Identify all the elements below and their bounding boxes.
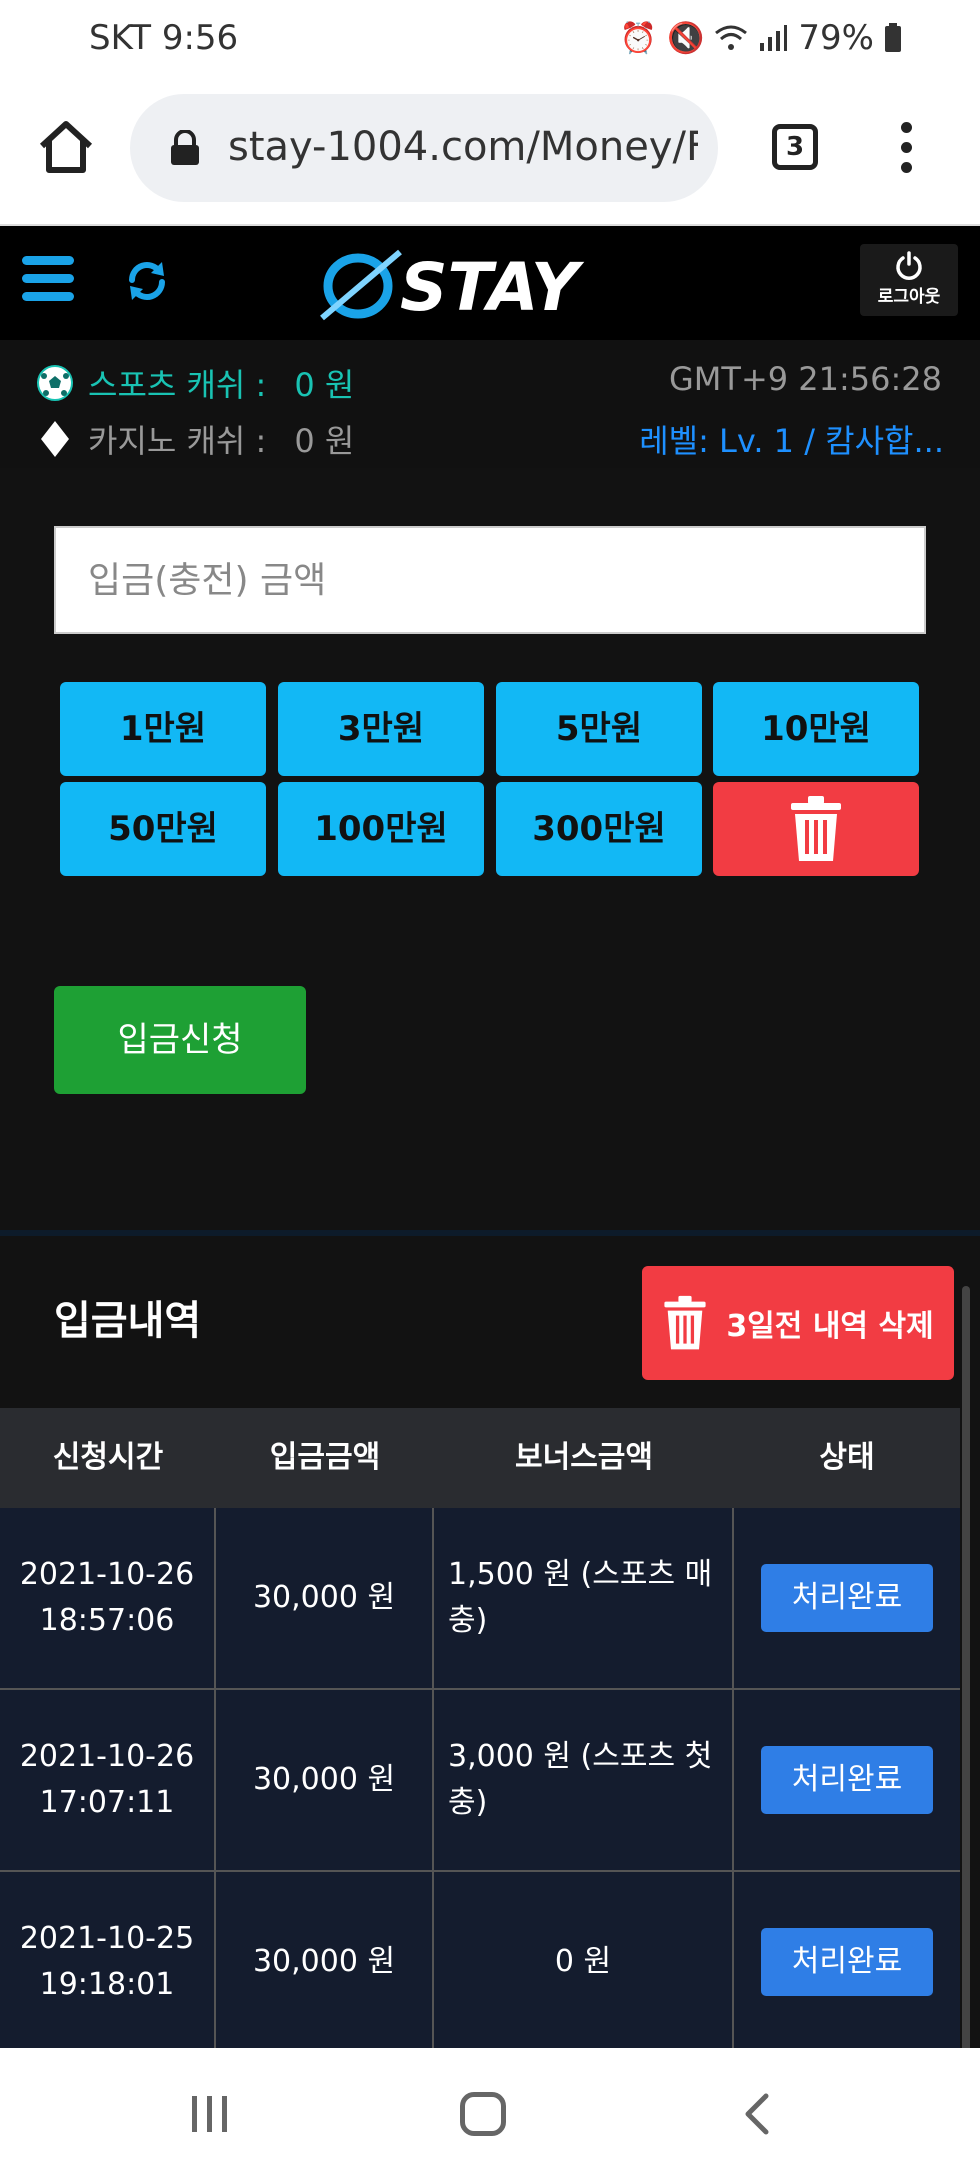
deposit-history-table: 신청시간 입금금액 보너스금액 상태 2021-10-26 18:57:06 30…	[0, 1408, 960, 2054]
logo-text: STAY	[400, 249, 585, 324]
casino-cash-row: 카지노 캐쉬 : 0 원	[36, 416, 354, 462]
power-icon	[896, 251, 922, 280]
cell-amount: 30,000 원	[216, 1872, 434, 2052]
amount-button-50k[interactable]: 5만원	[496, 682, 702, 776]
amount-button-100k[interactable]: 10만원	[713, 682, 919, 776]
url-text: stay-1004.com/Money/F	[228, 124, 698, 170]
cell-status: 처리완료	[734, 1872, 960, 2052]
home-icon[interactable]	[36, 116, 96, 176]
logout-label: 로그아웃	[877, 287, 941, 307]
casino-cash-label: 카지노 캐쉬 :	[88, 422, 267, 460]
status-bar: SKT 9:56 ⏰ 🔇 79%	[0, 0, 980, 78]
table-header: 신청시간 입금금액 보너스금액 상태	[0, 1408, 960, 1508]
table-row: 2021-10-25 19:18:01 30,000 원 0 원 처리완료	[0, 1872, 960, 2054]
status-badge[interactable]: 처리완료	[761, 1928, 933, 1996]
column-header-amount: 입금금액	[269, 1440, 381, 1475]
alarm-icon: ⏰	[619, 20, 658, 56]
column-header-status: 상태	[819, 1440, 875, 1475]
cell-bonus: 1,500 원 (스포츠 매충)	[434, 1508, 734, 1688]
home-nav-icon[interactable]	[460, 2092, 506, 2136]
clear-amount-button[interactable]	[713, 782, 919, 876]
wifi-icon	[715, 25, 748, 50]
soccer-ball-icon	[37, 365, 73, 401]
cell-bonus: 0 원	[434, 1872, 734, 2052]
address-bar[interactable]: stay-1004.com/Money/F	[130, 94, 718, 202]
hamburger-menu-icon[interactable]	[22, 256, 74, 306]
cell-request-time: 2021-10-25 19:18:01	[0, 1872, 216, 2052]
logo-emblem-icon: STAY	[320, 249, 585, 326]
carrier-time: SKT 9:56	[89, 18, 239, 58]
table-row: 2021-10-26 17:07:11 30,000 원 3,000 원 (스포츠…	[0, 1690, 960, 1872]
site-logo[interactable]: STAY	[318, 244, 664, 326]
cell-date: 2021-10-25	[19, 1921, 195, 1956]
sports-cash-row: 스포츠 캐쉬 : 0 원	[36, 360, 354, 406]
cell-status: 처리완료	[734, 1508, 960, 1688]
cell-time: 19:18:01	[39, 1967, 175, 2002]
cell-time: 18:57:06	[39, 1603, 175, 1638]
deposit-amount-input[interactable]	[54, 526, 926, 634]
tab-switcher-button[interactable]: 3	[772, 124, 818, 170]
amount-button-1m[interactable]: 100만원	[278, 782, 484, 876]
user-level[interactable]: 레벨: Lv. 1 / 캄사합...	[639, 416, 944, 462]
cell-amount: 30,000 원	[216, 1690, 434, 1870]
trash-icon	[664, 1295, 706, 1350]
amount-button-3m[interactable]: 300만원	[496, 782, 702, 876]
amount-button-500k[interactable]: 50만원	[60, 782, 266, 876]
column-header-request-time: 신청시간	[52, 1440, 164, 1475]
cell-amount: 30,000 원	[216, 1508, 434, 1688]
battery-percent: 79%	[798, 18, 874, 58]
balance-info-bar: 스포츠 캐쉬 : 0 원 카지노 캐쉬 : 0 원 GMT+9 21:56:28…	[0, 340, 980, 468]
logout-button[interactable]: 로그아웃	[860, 244, 958, 316]
cell-time: 17:07:11	[39, 1785, 175, 1820]
cell-bonus: 3,000 원 (스포츠 첫충)	[434, 1690, 734, 1870]
signal-icon	[760, 25, 788, 51]
sports-cash-value: 0 원	[294, 366, 355, 404]
deposit-panel: 1만원 3만원 5만원 10만원 50만원 100만원 300만원 입금신청 입…	[0, 468, 980, 2177]
column-header-bonus: 보너스금액	[515, 1440, 653, 1475]
table-row: 2021-10-26 18:57:06 30,000 원 1,500 원 (스포츠…	[0, 1508, 960, 1690]
back-icon[interactable]	[742, 2092, 772, 2136]
system-nav-bar	[0, 2048, 980, 2177]
server-clock: GMT+9 21:56:28	[668, 360, 942, 398]
browser-menu-icon[interactable]	[896, 122, 916, 176]
site-header: STAY 로그아웃	[0, 226, 980, 340]
delete-old-history-label: 3일전 내역 삭제	[726, 1309, 934, 1344]
lock-icon	[171, 130, 199, 165]
casino-cash-value: 0 원	[294, 422, 355, 460]
status-badge[interactable]: 처리완료	[761, 1564, 933, 1632]
cell-status: 처리완료	[734, 1690, 960, 1870]
trash-icon	[791, 796, 841, 861]
battery-icon	[885, 23, 901, 52]
amount-button-10k[interactable]: 1만원	[60, 682, 266, 776]
section-divider	[0, 1230, 980, 1236]
page-scrollbar[interactable]	[962, 1286, 970, 2056]
cell-date: 2021-10-26	[19, 1739, 195, 1774]
deposit-history-title: 입금내역	[54, 1298, 202, 1344]
sports-cash-label: 스포츠 캐쉬 :	[88, 366, 267, 404]
browser-toolbar: stay-1004.com/Money/F 3	[0, 78, 980, 226]
amount-button-30k[interactable]: 3만원	[278, 682, 484, 776]
cell-request-time: 2021-10-26 17:07:11	[0, 1690, 216, 1870]
cell-date: 2021-10-26	[19, 1557, 195, 1592]
diamond-icon	[41, 421, 69, 457]
delete-old-history-button[interactable]: 3일전 내역 삭제	[642, 1266, 954, 1380]
status-icons: ⏰ 🔇 79%	[620, 18, 902, 58]
recent-apps-icon[interactable]	[190, 2094, 230, 2134]
mute-icon: 🔇	[667, 20, 705, 56]
refresh-icon[interactable]	[122, 256, 172, 306]
cell-request-time: 2021-10-26 18:57:06	[0, 1508, 216, 1688]
status-badge[interactable]: 처리완료	[761, 1746, 933, 1814]
deposit-submit-button[interactable]: 입금신청	[54, 986, 306, 1094]
